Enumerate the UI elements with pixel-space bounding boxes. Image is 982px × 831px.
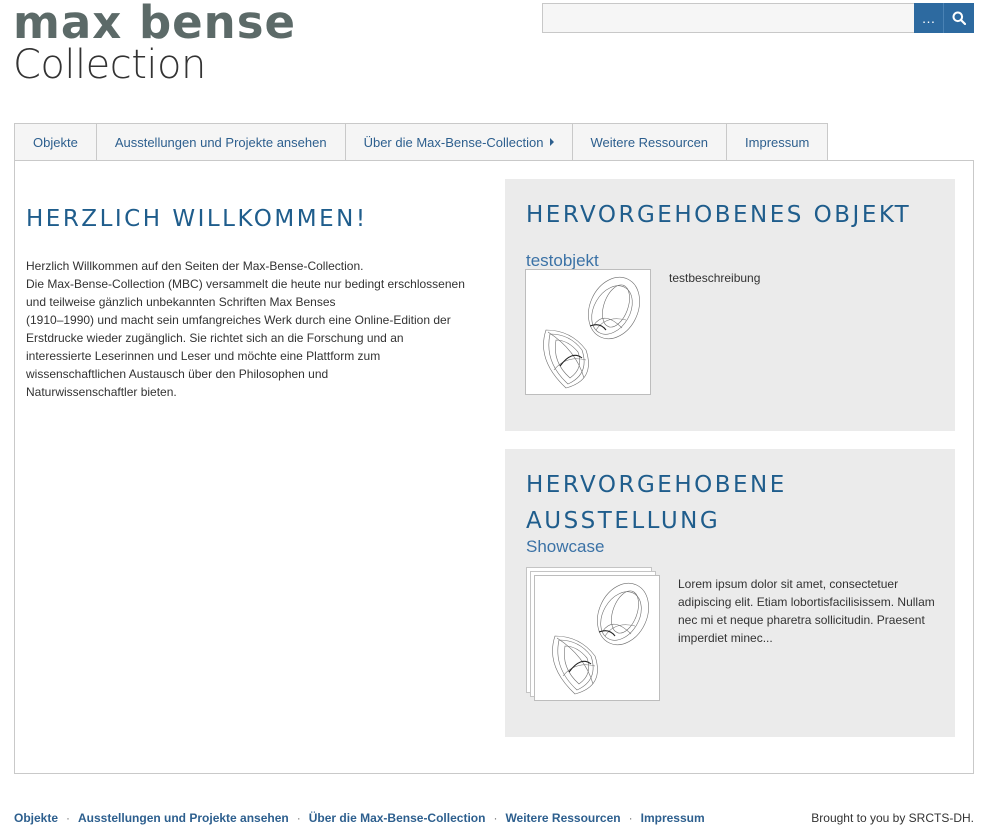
nav-label: Ausstellungen und Projekte ansehen [114, 134, 327, 150]
nav-item-impressum[interactable]: Impressum [727, 123, 829, 161]
welcome-line: wissenschaftlichen Austausch über den Ph… [26, 367, 329, 381]
nav-item-ausstellungen[interactable]: Ausstellungen und Projekte ansehen [96, 123, 346, 161]
welcome-title: HERZLICH WILLKOMMEN! [26, 206, 368, 232]
footer-link-ausstellungen[interactable]: Ausstellungen und Projekte ansehen [78, 811, 289, 825]
footer-link-objekte[interactable]: Objekte [14, 811, 58, 825]
featured-exhibition-panel: HERVORGEHOBENE AUSSTELLUNG Showcase Lore… [505, 449, 955, 737]
nav-label: Objekte [33, 134, 78, 150]
footer-link-impressum[interactable]: Impressum [641, 811, 705, 825]
nav-item-objekte[interactable]: Objekte [14, 123, 97, 161]
artwork-image [543, 276, 640, 389]
main-nav: Objekte Ausstellungen und Projekte anseh… [14, 123, 829, 161]
footer-separator: · [493, 811, 498, 825]
welcome-line: Erstdrucke wieder zugänglich. Sie richte… [26, 331, 404, 345]
nav-label: Weitere Ressourcen [590, 134, 709, 150]
footer-separator: · [296, 811, 301, 825]
main-content: HERZLICH WILLKOMMEN! Herzlich Willkommen… [14, 160, 974, 774]
nav-item-ressourcen[interactable]: Weitere Ressourcen [572, 123, 728, 161]
featured-exhibition-thumbnail[interactable] [534, 575, 660, 701]
featured-object-description: testbeschreibung [669, 271, 761, 285]
welcome-line: Naturwissenschaftler bieten. [26, 385, 177, 399]
footer-nav: Objekte · Ausstellungen und Projekte ans… [14, 811, 705, 825]
footer-separator: · [66, 811, 71, 825]
welcome-text: Herzlich Willkommen auf den Seiten der M… [26, 257, 486, 401]
welcome-section: HERZLICH WILLKOMMEN! Herzlich Willkommen… [26, 205, 486, 401]
footer-credit: Brought to you by SRCTS-DH. [811, 811, 974, 825]
featured-exhibition-title[interactable]: Showcase [526, 537, 604, 557]
search-input[interactable] [542, 3, 914, 33]
footer-separator: · [628, 811, 633, 825]
welcome-line: (1910–1990) und macht sein umfangreiches… [26, 313, 451, 327]
featured-object-panel: HERVORGEHOBENES OBJEKT testobjekt testbe… [505, 179, 955, 431]
featured-object-thumbnail[interactable] [525, 269, 651, 395]
search-icon [952, 11, 966, 25]
footer-link-ueber[interactable]: Über die Max-Bense-Collection [309, 811, 486, 825]
welcome-line: Herzlich Willkommen auf den Seiten der M… [26, 259, 364, 273]
nav-item-ueber[interactable]: Über die Max-Bense-Collection [345, 123, 573, 161]
logo-line-1: max bense [13, 0, 297, 49]
welcome-line: Die Max-Bense-Collection (MBC) versammel… [26, 277, 465, 291]
logo-line-2: Collection [13, 42, 206, 88]
site-logo[interactable]: max bense Collection [13, 0, 315, 88]
featured-exhibition-heading: HERVORGEHOBENE AUSSTELLUNG [526, 472, 787, 534]
nav-label: Impressum [745, 134, 810, 150]
footer: Objekte · Ausstellungen und Projekte ans… [14, 811, 974, 829]
featured-exhibition-description: Lorem ipsum dolor sit amet, consectetuer… [678, 577, 935, 645]
footer-link-ressourcen[interactable]: Weitere Ressourcen [505, 811, 620, 825]
featured-object-heading: HERVORGEHOBENES OBJEKT [526, 202, 912, 228]
featured-object-title[interactable]: testobjekt [526, 251, 599, 271]
search-form: … [542, 3, 974, 33]
caret-right-icon [549, 138, 554, 146]
welcome-line: interessierte Leserinnen und Leser und m… [26, 349, 381, 363]
artwork-image [552, 582, 649, 695]
search-button[interactable] [944, 3, 974, 33]
nav-label: Über die Max-Bense-Collection [363, 134, 544, 150]
welcome-line: und teilweise gänzlich unbekannten Schri… [26, 295, 336, 309]
advanced-search-button[interactable]: … [914, 3, 944, 33]
